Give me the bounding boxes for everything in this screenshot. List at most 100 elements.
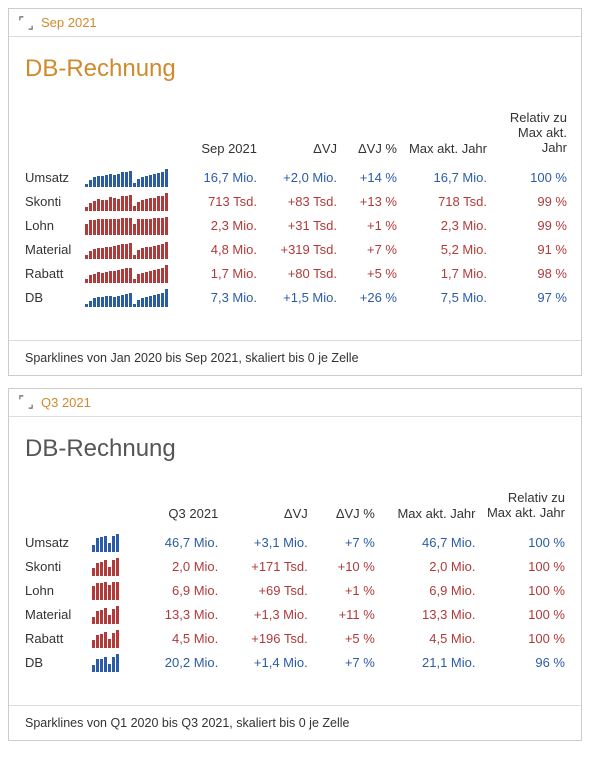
row-label: Material [21,603,88,627]
db-rechnung-card-monthly: Sep 2021 DB-Rechnung Sep 2021 ΔVJ ΔVJ % … [8,8,582,376]
cell-dvjp: +7 % [312,651,379,675]
cell-dvjp: +11 % [312,603,379,627]
sparkline [85,193,187,211]
cell-value: 20,2 Mio. [144,651,222,675]
row-label: DB [21,651,88,675]
cell-rel: 98 % [491,262,571,286]
cell-rel: 100 % [479,555,569,579]
table-body-0: Umsatz16,7 Mio.+2,0 Mio.+14 %16,7 Mio.10… [21,166,571,310]
table-row: Material4,8 Mio.+319 Tsd.+7 %5,2 Mio.91 … [21,238,571,262]
cell-value: 1,7 Mio. [191,262,261,286]
card-title: DB-Rechnung [9,37,581,89]
db-table-wrap: Sep 2021 ΔVJ ΔVJ % Max akt. Jahr Relativ… [9,89,581,340]
cell-max: 7,5 Mio. [401,286,491,310]
col-dvj: ΔVJ [222,487,311,531]
cell-max: 718 Tsd. [401,190,491,214]
cell-dvjp: +5 % [341,262,401,286]
cell-value: 4,8 Mio. [191,238,261,262]
card-footnote: Sparklines von Jan 2020 bis Sep 2021, sk… [9,340,581,375]
cell-max: 4,5 Mio. [379,627,480,651]
cell-dvjp: +7 % [312,531,379,555]
cell-dvjp: +10 % [312,555,379,579]
sparkline-cell [88,651,144,675]
focus-mode-icon[interactable] [19,395,33,409]
sparkline-cell [88,579,144,603]
row-label: Lohn [21,214,81,238]
card-period-label: Q3 2021 [41,395,91,410]
sparkline-cell [88,531,144,555]
table-row: DB7,3 Mio.+1,5 Mio.+26 %7,5 Mio.97 % [21,286,571,310]
cell-rel: 100 % [479,531,569,555]
table-body-1: Umsatz46,7 Mio.+3,1 Mio.+7 %46,7 Mio.100… [21,531,569,675]
cell-rel: 99 % [491,190,571,214]
cell-rel: 91 % [491,238,571,262]
sparkline-cell [88,555,144,579]
sparkline [85,169,187,187]
sparkline [92,534,140,552]
card-title: DB-Rechnung [9,417,581,469]
table-row: Skonti2,0 Mio.+171 Tsd.+10 %2,0 Mio.100 … [21,555,569,579]
cell-dvj: +1,3 Mio. [222,603,311,627]
sparkline [85,289,187,307]
row-label: DB [21,286,81,310]
cell-max: 46,7 Mio. [379,531,480,555]
row-label: Umsatz [21,531,88,555]
db-table: Sep 2021 ΔVJ ΔVJ % Max akt. Jahr Relativ… [21,107,571,310]
sparkline [92,606,140,624]
sparkline-cell [81,214,191,238]
row-label: Skonti [21,555,88,579]
sparkline-cell [81,238,191,262]
col-max: Max akt. Jahr [401,107,491,166]
row-label: Rabatt [21,627,88,651]
sparkline-cell [81,286,191,310]
table-row: Lohn2,3 Mio.+31 Tsd.+1 %2,3 Mio.99 % [21,214,571,238]
sparkline [92,630,140,648]
table-row: Rabatt1,7 Mio.+80 Tsd.+5 %1,7 Mio.98 % [21,262,571,286]
cell-rel: 100 % [479,579,569,603]
col-rel: Relativ zuMax akt. Jahr [479,487,569,531]
db-table: Q3 2021 ΔVJ ΔVJ % Max akt. Jahr Relativ … [21,487,569,675]
cell-dvj: +69 Tsd. [222,579,311,603]
row-label: Rabatt [21,262,81,286]
table-row: Lohn6,9 Mio.+69 Tsd.+1 %6,9 Mio.100 % [21,579,569,603]
cell-dvjp: +5 % [312,627,379,651]
db-rechnung-card-quarterly: Q3 2021 DB-Rechnung Q3 2021 ΔVJ ΔVJ % Ma… [8,388,582,741]
cell-dvj: +2,0 Mio. [261,166,341,190]
card-period-label: Sep 2021 [41,15,97,30]
cell-dvjp: +1 % [312,579,379,603]
col-dvj: ΔVJ [261,107,341,166]
cell-dvjp: +13 % [341,190,401,214]
row-label: Skonti [21,190,81,214]
table-row: Material13,3 Mio.+1,3 Mio.+11 %13,3 Mio.… [21,603,569,627]
col-max: Max akt. Jahr [379,487,480,531]
cell-value: 16,7 Mio. [191,166,261,190]
cell-rel: 97 % [491,286,571,310]
table-row: Skonti713 Tsd.+83 Tsd.+13 %718 Tsd.99 % [21,190,571,214]
col-rel: Relativ zuMax akt. Jahr [491,107,571,166]
cell-value: 713 Tsd. [191,190,261,214]
table-row: Umsatz46,7 Mio.+3,1 Mio.+7 %46,7 Mio.100… [21,531,569,555]
sparkline-cell [88,603,144,627]
cell-dvj: +196 Tsd. [222,627,311,651]
cell-dvj: +1,4 Mio. [222,651,311,675]
cell-max: 1,7 Mio. [401,262,491,286]
cell-value: 6,9 Mio. [144,579,222,603]
sparkline [85,217,187,235]
cell-rel: 100 % [479,627,569,651]
cell-max: 2,0 Mio. [379,555,480,579]
focus-mode-icon[interactable] [19,16,33,30]
cell-value: 4,5 Mio. [144,627,222,651]
cell-dvjp: +1 % [341,214,401,238]
cell-value: 46,7 Mio. [144,531,222,555]
cell-dvj: +80 Tsd. [261,262,341,286]
cell-dvjp: +7 % [341,238,401,262]
cell-max: 2,3 Mio. [401,214,491,238]
row-label: Lohn [21,579,88,603]
col-dvjp: ΔVJ % [312,487,379,531]
cell-value: 2,3 Mio. [191,214,261,238]
table-row: Umsatz16,7 Mio.+2,0 Mio.+14 %16,7 Mio.10… [21,166,571,190]
sparkline-cell [81,190,191,214]
col-period: Sep 2021 [191,107,261,166]
cell-dvjp: +26 % [341,286,401,310]
cell-dvj: +1,5 Mio. [261,286,341,310]
